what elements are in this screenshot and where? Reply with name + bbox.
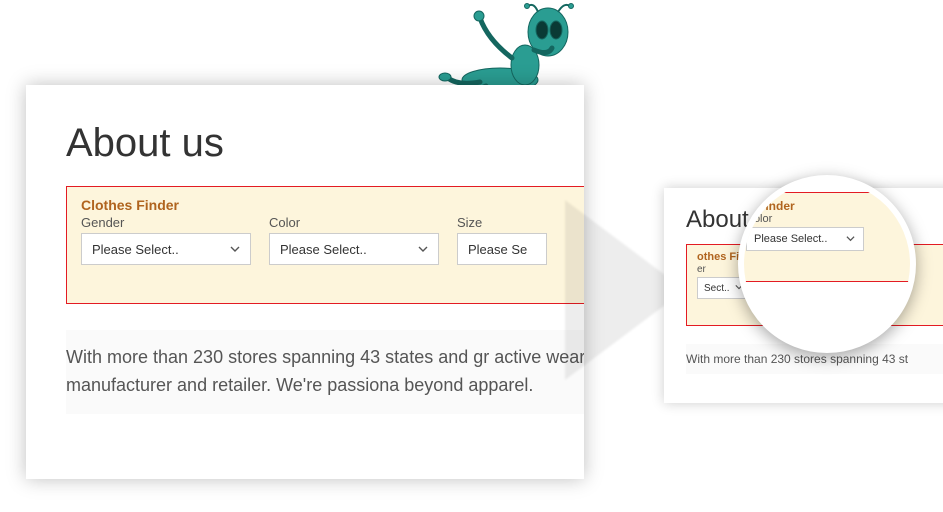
magnifier-label-color: Color	[746, 213, 864, 225]
chevron-down-icon	[846, 234, 856, 244]
finder-field-size: Size Please Se	[457, 215, 547, 265]
select-size[interactable]: Please Se	[457, 233, 547, 265]
magnifier-select-color-value: Please Select..	[754, 233, 827, 245]
select-gender-value: Please Select..	[92, 242, 179, 257]
label-size: Size	[457, 215, 547, 230]
body-text-block: With more than 230 stores spanning 43 st…	[66, 330, 584, 414]
magnifier-title: About us	[749, 175, 916, 184]
select-size-value: Please Se	[468, 242, 527, 257]
preview-select-gender-value: Sect..	[704, 283, 730, 294]
chevron-down-icon	[418, 244, 428, 254]
finder-row: Gender Please Select.. Color Please Sele…	[81, 215, 584, 265]
finder-field-gender: Gender Please Select..	[81, 215, 251, 265]
page-title: About us	[66, 121, 584, 166]
magnifier-field-color: Color Please Select..	[746, 213, 864, 251]
select-color[interactable]: Please Select..	[269, 233, 439, 265]
label-color: Color	[269, 215, 439, 230]
finder-title: Clothes Finder	[81, 197, 584, 213]
label-gender: Gender	[81, 215, 251, 230]
magnifier-select-color[interactable]: Please Select..	[746, 227, 864, 251]
magnifier-lens: About us thes Finder ect.. Color Please …	[738, 175, 916, 353]
chevron-down-icon	[230, 244, 240, 254]
magnifier-finder-title: thes Finder	[738, 199, 916, 213]
select-color-value: Please Select..	[280, 242, 367, 257]
finder-field-color: Color Please Select..	[269, 215, 439, 265]
magnifier-finder-box: thes Finder ect.. Color Please Select..	[738, 192, 916, 282]
clothes-finder-box: Clothes Finder Gender Please Select.. Co…	[66, 186, 584, 304]
main-card: About us Clothes Finder Gender Please Se…	[26, 85, 584, 479]
select-gender[interactable]: Please Select..	[81, 233, 251, 265]
alien-mascot	[430, 0, 590, 95]
body-text: With more than 230 stores spanning 43 st…	[66, 344, 584, 400]
